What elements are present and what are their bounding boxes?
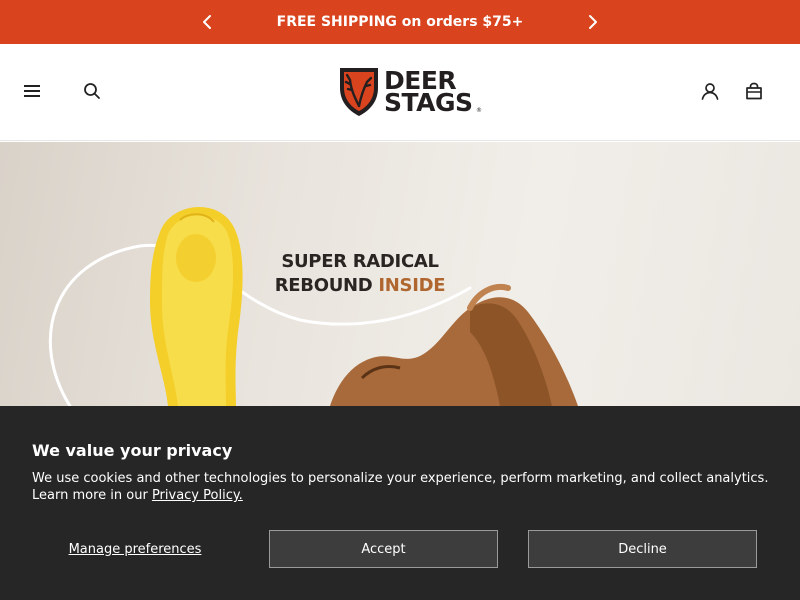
shopping-bag-icon	[746, 82, 762, 100]
boot-image	[330, 284, 578, 406]
search-button[interactable]	[80, 79, 104, 103]
promo-prev-button[interactable]	[198, 13, 216, 31]
chevron-left-icon	[203, 15, 211, 29]
hero-line-1: SUPER RADICAL	[281, 251, 439, 272]
chevron-right-icon	[589, 15, 597, 29]
menu-button[interactable]	[20, 79, 44, 103]
hero-line-2: REBOUND INSIDE	[270, 274, 450, 298]
privacy-body: We use cookies and other technologies to…	[32, 470, 772, 504]
logo-line-2: STAGS	[384, 88, 473, 117]
account-button[interactable]	[698, 79, 722, 103]
brand-logo[interactable]: DEER STAGS ®	[338, 66, 484, 118]
promo-text[interactable]: FREE SHIPPING on orders $75+	[277, 14, 524, 30]
cookie-consent-banner: We value your privacy We use cookies and…	[0, 406, 800, 600]
hero-banner[interactable]: SUPER RADICAL REBOUND INSIDE	[0, 142, 800, 406]
insole-image	[150, 206, 243, 406]
user-account-icon	[701, 83, 719, 100]
privacy-body-text: We use cookies and other technologies to…	[32, 471, 769, 503]
promo-bar: FREE SHIPPING on orders $75+	[0, 0, 800, 44]
cart-button[interactable]	[742, 79, 766, 103]
hero-line-2-plain: REBOUND	[274, 275, 379, 296]
search-icon	[84, 83, 100, 99]
decline-button[interactable]: Decline	[528, 530, 757, 568]
hamburger-menu-icon	[24, 85, 40, 97]
registered-mark: ®	[476, 107, 482, 114]
deer-shield-logo-icon	[340, 68, 378, 116]
manage-preferences-link[interactable]: Manage preferences	[32, 530, 238, 568]
hero-headline: SUPER RADICAL REBOUND INSIDE	[270, 250, 450, 298]
accept-button[interactable]: Accept	[269, 530, 498, 568]
hero-line-2-accent: INSIDE	[378, 275, 446, 296]
privacy-title: We value your privacy	[32, 441, 233, 460]
promo-next-button[interactable]	[584, 13, 602, 31]
privacy-policy-link[interactable]: Privacy Policy.	[152, 488, 243, 503]
brand-wordmark: DEER STAGS	[384, 68, 473, 117]
site-header: DEER STAGS ®	[0, 44, 800, 141]
